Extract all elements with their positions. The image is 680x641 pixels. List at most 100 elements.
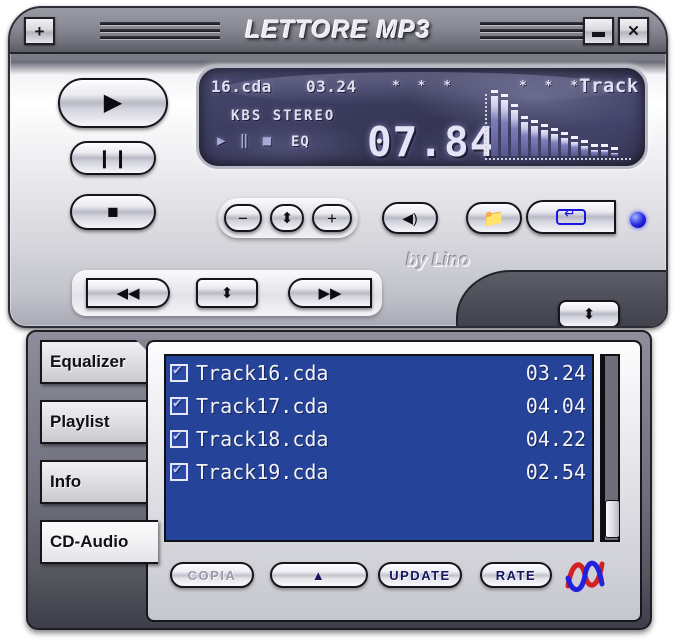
up-down-arrow-icon: ⬍ bbox=[280, 209, 294, 227]
minimize-icon bbox=[592, 32, 605, 37]
spectrum-peak bbox=[531, 120, 538, 123]
track-duration: 04.04 bbox=[525, 393, 586, 418]
fast-forward-icon: ▶▶ bbox=[318, 284, 342, 302]
track-checkbox[interactable] bbox=[170, 396, 188, 415]
lcd-filename: 16.cda bbox=[211, 77, 272, 96]
track-duration: 02.54 bbox=[525, 459, 586, 484]
plus-icon: + bbox=[327, 208, 337, 228]
tab-label: CD-Audio bbox=[50, 532, 129, 551]
repeat-button[interactable] bbox=[526, 200, 616, 234]
tab-label: Playlist bbox=[50, 412, 110, 431]
previous-track-button[interactable]: ◀◀ bbox=[86, 278, 170, 308]
mp3-player-window: + LETTORE MP3 ✕ 16.cda 03.24 * * * * * *… bbox=[0, 0, 680, 641]
spectrum-peak bbox=[561, 132, 568, 135]
scrollbar-thumb[interactable] bbox=[605, 500, 620, 538]
spectrum-peak bbox=[591, 144, 598, 147]
spectrum-bar bbox=[521, 122, 528, 156]
close-button[interactable]: ✕ bbox=[618, 17, 649, 45]
action-bar: COPIA ▲ UPDATE RATE bbox=[162, 556, 632, 600]
tab-label: Equalizer bbox=[50, 352, 126, 371]
spectrum-bar bbox=[581, 146, 588, 156]
seek-step-button[interactable]: ⬍ bbox=[196, 278, 258, 308]
spectrum-bar bbox=[551, 134, 558, 156]
track-row[interactable]: Track17.cda 04.04 bbox=[166, 389, 592, 422]
lcd-elapsed-time: 07.84 bbox=[367, 118, 496, 166]
track-name: Track17.cda bbox=[196, 393, 329, 418]
lcd-state-indicators: ▶ ‖ ■ bbox=[217, 133, 275, 149]
rewind-icon: ◀◀ bbox=[116, 284, 140, 302]
spectrum-bar bbox=[501, 100, 508, 156]
volume-step-button[interactable]: ⬍ bbox=[270, 204, 304, 232]
sidebar-tab-cd-audio[interactable]: CD-Audio bbox=[40, 520, 158, 564]
track-list-scrollbar[interactable] bbox=[600, 354, 620, 542]
spectrum-peak bbox=[601, 144, 608, 147]
track-checkbox[interactable] bbox=[170, 429, 188, 448]
update-button[interactable]: UPDATE bbox=[378, 562, 462, 588]
spectrum-bar bbox=[561, 138, 568, 156]
pause-icon: ❙❙ bbox=[96, 148, 130, 168]
player-shell: + LETTORE MP3 ✕ 16.cda 03.24 * * * * * *… bbox=[8, 6, 668, 328]
next-track-button[interactable]: ▶▶ bbox=[288, 278, 372, 308]
track-duration: 04.22 bbox=[525, 426, 586, 451]
tab-content-card: Track16.cda 03.24 Track17.cda 04.04 Track18.… bbox=[146, 340, 642, 622]
spectrum-bar bbox=[571, 142, 578, 156]
spectrum-bar bbox=[601, 150, 608, 156]
spectrum-bar bbox=[511, 110, 518, 156]
spectrum-peak bbox=[581, 140, 588, 143]
spectrum-bar bbox=[591, 150, 598, 156]
play-button[interactable]: ▶ bbox=[58, 78, 168, 128]
open-file-button[interactable]: 📁 bbox=[466, 202, 522, 234]
spectrum-axis-vertical bbox=[485, 94, 487, 156]
sidebar-tab-info[interactable]: Info bbox=[40, 460, 148, 504]
mute-button[interactable]: ◀) bbox=[382, 202, 438, 234]
spectrum-peak bbox=[541, 124, 548, 127]
stop-button[interactable]: ■ bbox=[70, 194, 156, 230]
power-led-icon bbox=[630, 212, 646, 228]
copia-button[interactable]: COPIA bbox=[170, 562, 254, 588]
author-credit: by Lino bbox=[406, 250, 470, 270]
track-duration: 03.24 bbox=[525, 360, 586, 385]
play-icon: ▶ bbox=[103, 89, 123, 116]
tab-label: Info bbox=[50, 472, 82, 491]
spectrum-peak bbox=[571, 136, 578, 139]
track-name: Track16.cda bbox=[196, 360, 329, 385]
spectrum-peak bbox=[501, 94, 508, 97]
up-down-arrow-icon: ⬍ bbox=[220, 284, 234, 302]
spectrum-peak bbox=[551, 128, 558, 131]
lcd-bitrate-mode: KBS STEREO bbox=[231, 108, 336, 124]
tab-list: Equalizer Playlist Info CD-Audio bbox=[40, 340, 158, 580]
stop-icon: ■ bbox=[107, 201, 119, 223]
spectrum-bar bbox=[541, 130, 548, 156]
lcd-stars-left: * * * bbox=[392, 79, 457, 94]
minimize-button[interactable] bbox=[583, 17, 614, 45]
spectrum-axis-horizontal bbox=[485, 158, 631, 160]
spectrum-bar bbox=[531, 126, 538, 156]
track-row[interactable]: Track18.cda 04.22 bbox=[166, 422, 592, 455]
eject-icon: ▲ bbox=[311, 567, 327, 583]
pause-button[interactable]: ❙❙ bbox=[70, 141, 156, 175]
lcd-display: 16.cda 03.24 * * * * * * Track KBS STERE… bbox=[196, 65, 648, 169]
panel-toggle-button[interactable]: ⬍ bbox=[558, 300, 620, 326]
spectrum-peak bbox=[491, 90, 498, 93]
app-logo-icon bbox=[565, 560, 605, 593]
track-row[interactable]: Track19.cda 02.54 bbox=[166, 455, 592, 488]
lcd-eq-label: EQ bbox=[291, 134, 310, 150]
track-name: Track18.cda bbox=[196, 426, 329, 451]
volume-up-button[interactable]: + bbox=[312, 204, 352, 232]
volume-down-button[interactable]: − bbox=[224, 204, 262, 232]
track-list[interactable]: Track16.cda 03.24 Track17.cda 04.04 Track18.… bbox=[164, 354, 594, 542]
sidebar-tab-equalizer[interactable]: Equalizer bbox=[40, 340, 148, 384]
speaker-icon: ◀) bbox=[402, 210, 418, 226]
spectrum-bar bbox=[491, 96, 498, 156]
rate-button[interactable]: RATE bbox=[480, 562, 552, 588]
lcd-total-time: 03.24 bbox=[306, 77, 357, 96]
spectrum-peak bbox=[611, 147, 618, 150]
spectrum-bar bbox=[611, 153, 618, 156]
eject-button[interactable]: ▲ bbox=[270, 562, 368, 588]
track-row[interactable]: Track16.cda 03.24 bbox=[166, 356, 592, 389]
track-checkbox[interactable] bbox=[170, 363, 188, 382]
title-bar: + LETTORE MP3 ✕ bbox=[10, 8, 666, 54]
spectrum-peak bbox=[521, 116, 528, 119]
track-checkbox[interactable] bbox=[170, 462, 188, 481]
sidebar-tab-playlist[interactable]: Playlist bbox=[40, 400, 148, 444]
